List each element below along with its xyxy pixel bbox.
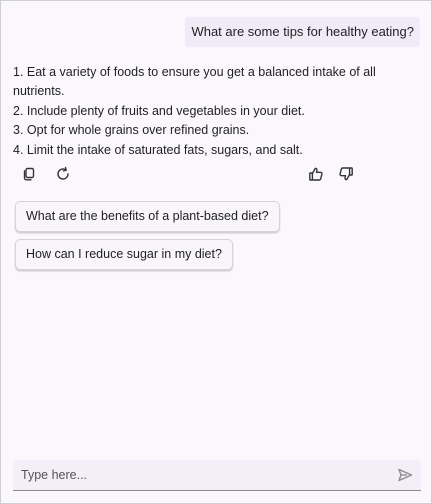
assistant-response: 1. Eat a variety of foods to ensure you …	[13, 63, 417, 160]
user-message-bubble: What are some tips for healthy eating?	[185, 17, 420, 47]
suggestion-button[interactable]: What are the benefits of a plant-based d…	[15, 201, 280, 232]
thumbs-down-icon[interactable]	[337, 165, 355, 183]
response-line: 2. Include plenty of fruits and vegetabl…	[13, 103, 305, 118]
user-message-text: What are some tips for healthy eating?	[191, 24, 414, 39]
send-icon[interactable]	[397, 467, 413, 483]
suggestion-label: What are the benefits of a plant-based d…	[26, 209, 269, 223]
copy-icon[interactable]	[20, 165, 38, 183]
message-input[interactable]	[21, 460, 381, 490]
response-line: 3. Opt for whole grains over refined gra…	[13, 123, 250, 138]
chat-window: What are some tips for healthy eating? 1…	[0, 0, 432, 504]
message-input-bar	[13, 460, 421, 491]
response-line: 1. Eat a variety of foods to ensure you …	[13, 65, 376, 99]
suggestion-button[interactable]: How can I reduce sugar in my diet?	[15, 239, 233, 270]
regenerate-icon[interactable]	[54, 165, 72, 183]
thumbs-up-icon[interactable]	[307, 165, 325, 183]
response-line: 4. Limit the intake of saturated fats, s…	[13, 142, 303, 157]
suggestion-label: How can I reduce sugar in my diet?	[26, 247, 222, 261]
